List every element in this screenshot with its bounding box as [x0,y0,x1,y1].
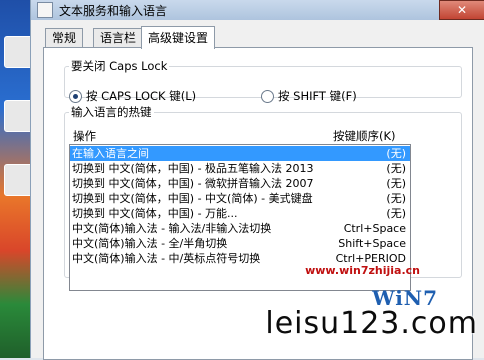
list-item-keys: Ctrl+Space [343,222,406,235]
radio-shift[interactable]: 按 SHIFT 键(F) [261,88,357,104]
radio-shift-indicator[interactable] [261,89,274,103]
list-item-keys: (无) [386,207,406,220]
radio-caps-lock-label: 按 CAPS LOCK 键(L) [86,89,197,103]
list-item[interactable]: 切换到 中文(简体，中国) - 万能... (无) [70,206,410,221]
list-item-action: 切换到 中文(简体，中国) - 极品五笔输入法 2013 [72,162,314,175]
list-item-action: 中文(简体)输入法 - 中/英标点符号切换 [72,252,261,265]
column-action: 操作 [73,129,96,143]
title-bar[interactable]: 文本服务和输入语言 ✕ [31,0,484,20]
list-item-action: 切换到 中文(简体，中国) - 万能... [72,207,238,220]
list-item[interactable]: 切换到 中文(简体，中国) - 中文(简体) - 美式键盘 (无) [70,191,410,206]
list-item[interactable]: 中文(简体)输入法 - 输入法/非输入法切换 Ctrl+Space [70,221,410,236]
radio-shift-label: 按 SHIFT 键(F) [278,89,357,103]
hotkeys-legend: 输入语言的热键 [71,105,152,119]
list-item[interactable]: 切换到 中文(简体，中国) - 微软拼音输入法 2007 (无) [70,176,410,191]
list-item-action: 切换到 中文(简体，中国) - 微软拼音输入法 2007 [72,177,314,190]
tab-advanced-key-settings[interactable]: 高级键设置 [141,26,216,49]
close-button[interactable]: ✕ [439,0,484,20]
hotkeys-group: 输入语言的热键 操作 按键顺序(K) 在输入语言之间 (无) 切换到 中文(简体… [64,104,462,291]
window-icon [37,2,53,18]
list-item-keys: (无) [386,147,406,160]
list-item-action: 中文(简体)输入法 - 输入法/非输入法切换 [72,222,272,235]
list-item-action: 中文(简体)输入法 - 全/半角切换 [72,237,228,250]
list-item-keys: (无) [386,162,406,175]
column-key-sequence: 按键顺序(K) [333,129,396,143]
list-item-keys: Shift+Space [338,237,406,250]
list-item[interactable]: 在输入语言之间 (无) [70,146,410,161]
radio-caps-lock-indicator[interactable] [69,89,82,103]
window-title: 文本服务和输入语言 [59,4,168,18]
list-item-action: 切换到 中文(简体，中国) - 中文(简体) - 美式键盘 [72,192,313,205]
tab-general[interactable]: 常规 [45,28,84,48]
caps-lock-group: 要关闭 Caps Lock 按 CAPS LOCK 键(L) 按 SHIFT 键… [64,58,462,103]
watermark-site: leisu123.com [265,306,478,341]
watermark-url: www.win7zhijia.cn [305,264,420,277]
tab-language-bar[interactable]: 语言栏 [93,28,144,48]
list-item[interactable]: 切换到 中文(简体，中国) - 极品五笔输入法 2013 (无) [70,161,410,176]
caps-lock-legend: 要关闭 Caps Lock [71,59,168,73]
list-item[interactable]: 中文(简体)输入法 - 全/半角切换 Shift+Space [70,236,410,251]
list-item-keys: (无) [386,177,406,190]
list-item-keys: (无) [386,192,406,205]
radio-caps-lock[interactable]: 按 CAPS LOCK 键(L) [69,88,196,104]
list-item-action: 在输入语言之间 [72,147,149,160]
